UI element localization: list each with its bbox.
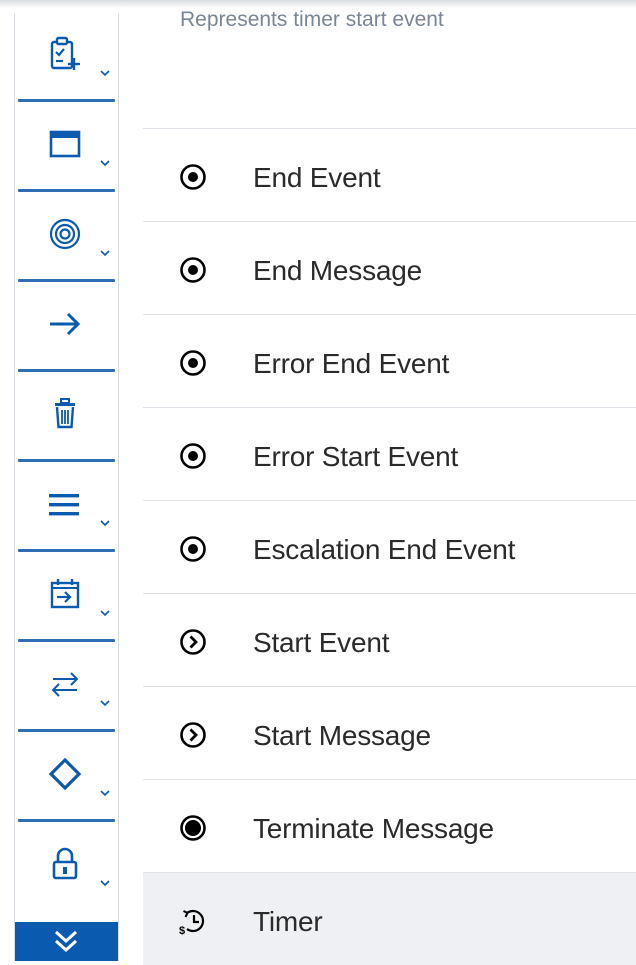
- connector-tool[interactable]: [15, 284, 118, 374]
- event-item-start-message[interactable]: Start Message: [143, 686, 636, 779]
- event-label: Error Start Event: [253, 441, 459, 472]
- event-item-error-start-event[interactable]: Error Start Event: [143, 407, 636, 500]
- toolbar-separator: [18, 549, 115, 552]
- event-list: End Event End Message Error End Event Er…: [143, 128, 636, 965]
- event-label: Timer: [253, 906, 323, 937]
- arrow-right-icon: [50, 312, 81, 336]
- chevron-down-icon: [100, 160, 110, 167]
- diamond-icon: [48, 757, 82, 791]
- event-item-timer[interactable]: $ Timer: [143, 872, 636, 965]
- target-tool[interactable]: [15, 194, 118, 284]
- add-task-tool[interactable]: [15, 14, 118, 104]
- toolbar-separator: [18, 99, 115, 102]
- chevron-down-icon: [100, 700, 110, 707]
- event-label: End Message: [253, 255, 423, 286]
- chevron-down-icon: [100, 790, 110, 797]
- event-label: Error End Event: [253, 348, 450, 379]
- clipboard-add-icon: [50, 36, 80, 70]
- event-item-end-message[interactable]: End Message: [143, 221, 636, 314]
- event-item-end-event[interactable]: End Event: [143, 128, 636, 221]
- expand-toolbar-button[interactable]: [15, 922, 118, 961]
- end-event-icon: [180, 257, 206, 283]
- delete-tool[interactable]: [15, 374, 118, 464]
- lock-tool[interactable]: [15, 824, 118, 914]
- toolbar-separator: [18, 729, 115, 732]
- start-event-icon: [180, 629, 206, 655]
- toolbar-separator: [18, 459, 115, 462]
- event-label: Start Message: [253, 720, 431, 751]
- vertical-toolbar: [14, 14, 119, 961]
- chevron-down-icon: [100, 520, 110, 527]
- double-chevron-down-icon: [54, 930, 78, 953]
- event-label: End Event: [253, 162, 381, 193]
- end-event-icon: [180, 536, 206, 562]
- event-description: Represents timer start event: [180, 8, 444, 31]
- chevron-down-icon: [100, 610, 110, 617]
- chevron-down-icon: [100, 250, 110, 257]
- hamburger-icon: [49, 494, 79, 516]
- target-icon: [49, 218, 81, 250]
- event-label: Escalation End Event: [253, 534, 516, 565]
- start-event-icon: [180, 722, 206, 748]
- toolbar-separator: [18, 639, 115, 642]
- calendar-import-icon: [50, 579, 80, 609]
- chevron-down-icon: [100, 70, 110, 77]
- swap-arrows-icon: [51, 672, 79, 697]
- trash-icon: [55, 398, 75, 429]
- event-item-start-event[interactable]: Start Event: [143, 593, 636, 686]
- event-label: Terminate Message: [253, 813, 494, 844]
- terminate-event-icon: [180, 815, 206, 841]
- chevron-down-icon: [100, 880, 110, 887]
- event-item-terminate-message[interactable]: Terminate Message: [143, 779, 636, 872]
- event-item-escalation-end-event[interactable]: Escalation End Event: [143, 500, 636, 593]
- event-item-error-end-event[interactable]: Error End Event: [143, 314, 636, 407]
- svg-text:$: $: [179, 925, 185, 936]
- timer-icon: $: [179, 909, 205, 936]
- window-tool[interactable]: [15, 104, 118, 194]
- menu-tool[interactable]: [15, 464, 118, 554]
- end-event-icon: [180, 164, 206, 190]
- swap-tool[interactable]: [15, 644, 118, 734]
- lock-icon: [52, 847, 78, 880]
- browser-window-icon: [49, 130, 81, 158]
- calendar-tool[interactable]: [15, 554, 118, 644]
- toolbar-separator: [18, 819, 115, 822]
- toolbar-separator: [18, 279, 115, 282]
- toolbar-separator: [18, 189, 115, 192]
- top-border: [0, 0, 636, 8]
- event-label: Start Event: [253, 627, 390, 658]
- gateway-tool[interactable]: [15, 734, 118, 824]
- toolbar-separator: [18, 369, 115, 372]
- end-event-icon: [180, 350, 206, 376]
- end-event-icon: [180, 443, 206, 469]
